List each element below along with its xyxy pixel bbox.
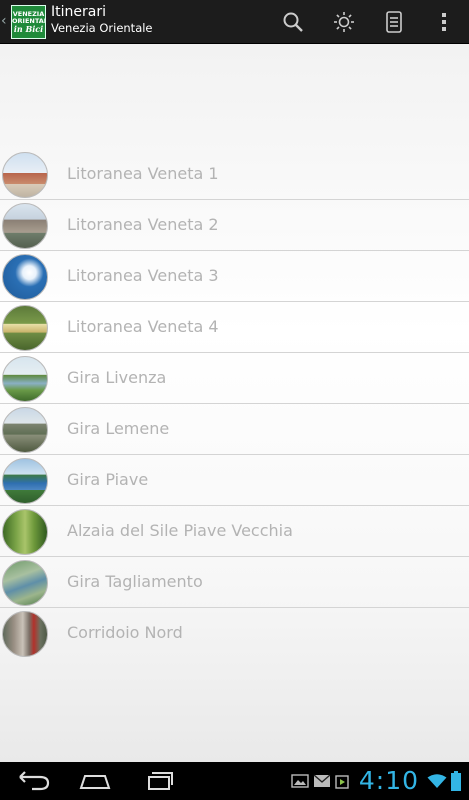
up-chevron-icon[interactable]: ‹ <box>1 12 10 30</box>
recent-apps-button[interactable] <box>138 768 178 794</box>
list-item[interactable]: Gira Lemene <box>0 404 469 455</box>
search-icon <box>283 12 303 32</box>
itinerary-thumbnail <box>2 407 48 453</box>
content-area: Litoranea Veneta 1 Litoranea Veneta 2 Li… <box>0 44 469 762</box>
brightness-icon <box>334 12 354 32</box>
list-item[interactable]: Litoranea Veneta 1 <box>0 149 469 200</box>
list-item[interactable]: Gira Livenza <box>0 353 469 404</box>
list-item[interactable]: Gira Tagliamento <box>0 557 469 608</box>
itinerary-label: Gira Tagliamento <box>67 572 203 591</box>
app-logo[interactable]: VENEZIA ORIENTALE in Bici <box>11 5 46 39</box>
itinerary-thumbnail <box>2 152 48 198</box>
itinerary-label: Gira Lemene <box>67 419 170 438</box>
itinerary-label: Litoranea Veneta 4 <box>67 317 219 336</box>
mail-icon <box>313 774 331 787</box>
itinerary-thumbnail <box>2 509 48 555</box>
itinerary-thumbnail <box>2 458 48 504</box>
itinerary-thumbnail <box>2 611 48 657</box>
itinerary-list: Litoranea Veneta 1 Litoranea Veneta 2 Li… <box>0 149 469 659</box>
list-item[interactable]: Gira Piave <box>0 455 469 506</box>
search-button[interactable] <box>269 0 317 44</box>
gallery-icon <box>291 774 309 788</box>
page-title: Itinerari <box>51 4 106 20</box>
home-button[interactable] <box>75 768 115 794</box>
itinerary-thumbnail <box>2 560 48 606</box>
list-item[interactable]: Litoranea Veneta 3 <box>0 251 469 302</box>
brightness-button[interactable] <box>320 0 368 44</box>
wifi-icon <box>427 774 447 788</box>
itinerary-label: Litoranea Veneta 2 <box>67 215 219 234</box>
back-icon <box>19 771 50 791</box>
play-store-icon <box>335 775 349 789</box>
itinerary-label: Alzaia del Sile Piave Vecchia <box>67 521 293 540</box>
list-item[interactable]: Litoranea Veneta 4 <box>0 302 469 353</box>
list-item[interactable]: Alzaia del Sile Piave Vecchia <box>0 506 469 557</box>
itinerary-thumbnail <box>2 203 48 249</box>
overflow-menu-icon <box>442 13 446 31</box>
back-button[interactable] <box>14 768 54 794</box>
itinerary-label: Gira Livenza <box>67 368 167 387</box>
battery-icon <box>451 771 461 791</box>
list-item[interactable]: Corridoio Nord <box>0 608 469 659</box>
title-block: Itinerari Venezia Orientale <box>51 4 153 36</box>
logo-line-3: in Bici <box>13 24 44 34</box>
storage-icon <box>386 11 402 33</box>
itinerary-label: Corridoio Nord <box>67 623 183 642</box>
itinerary-label: Litoranea Veneta 1 <box>67 164 219 183</box>
storage-button[interactable] <box>370 0 418 44</box>
itinerary-label: Litoranea Veneta 3 <box>67 266 219 285</box>
overflow-menu-button[interactable] <box>420 0 468 44</box>
action-bar: ‹ VENEZIA ORIENTALE in Bici Itinerari Ve… <box>0 0 469 44</box>
list-item[interactable]: Litoranea Veneta 2 <box>0 200 469 251</box>
clock: 4:10 <box>358 766 419 795</box>
recent-apps-icon <box>148 772 173 790</box>
itinerary-thumbnail <box>2 254 48 300</box>
home-icon <box>79 775 111 789</box>
itinerary-thumbnail <box>2 356 48 402</box>
itinerary-label: Gira Piave <box>67 470 149 489</box>
itinerary-thumbnail <box>2 305 48 351</box>
page-subtitle: Venezia Orientale <box>51 21 153 35</box>
system-bar: 4:10 <box>0 762 469 800</box>
status-area: 4:10 <box>289 762 463 800</box>
